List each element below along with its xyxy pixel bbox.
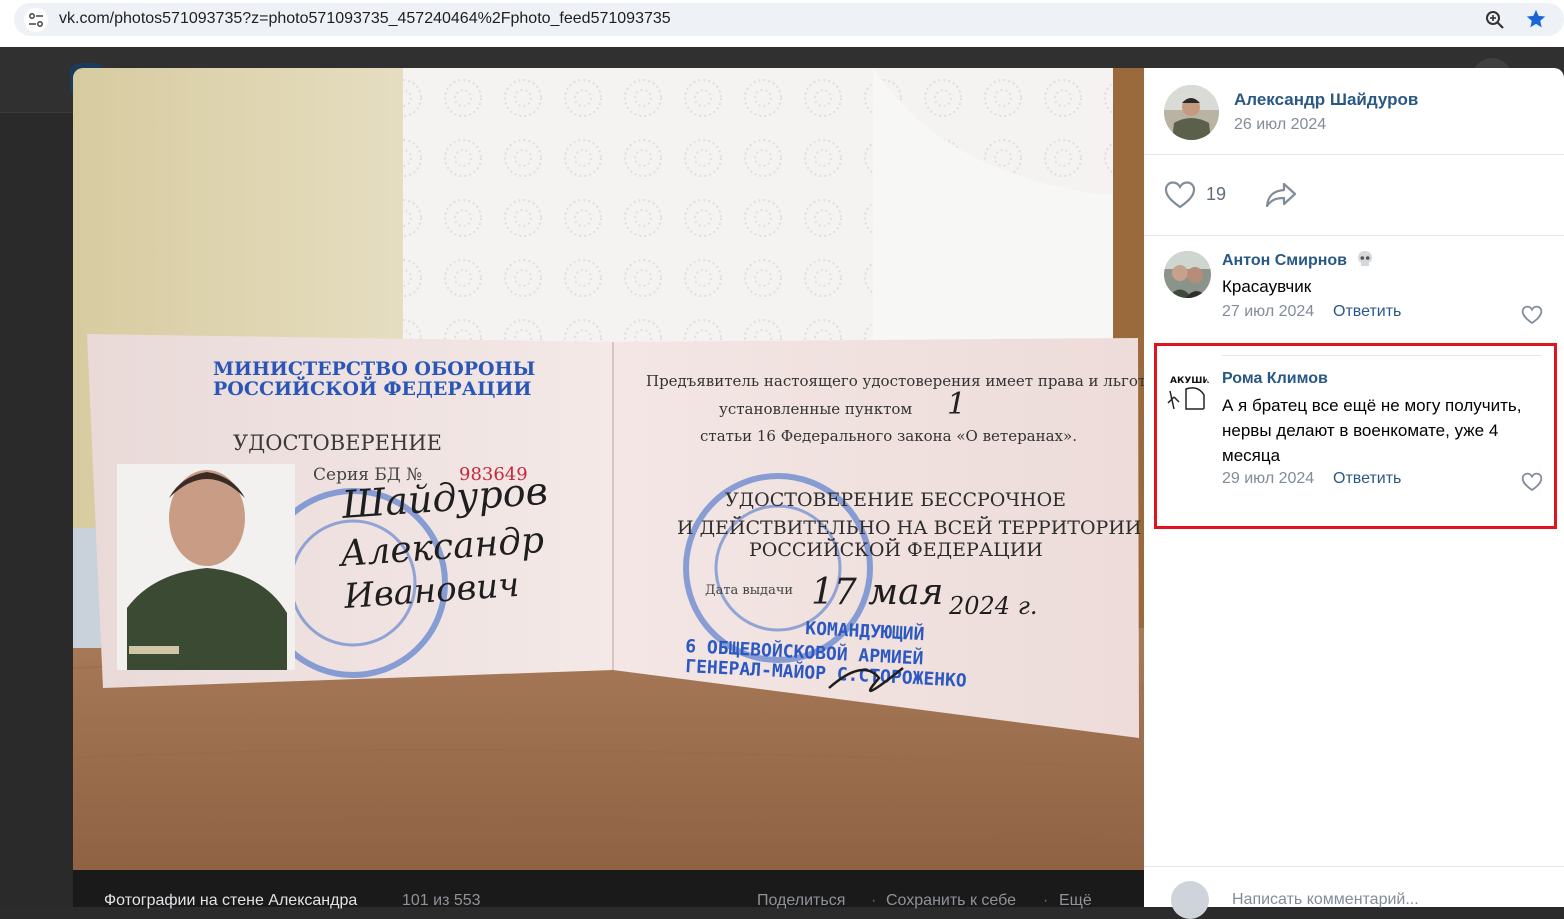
photo-footer: Фотографии на стене Александра 101 из 55… bbox=[73, 870, 1144, 910]
comment-input[interactable]: Написать комментарий... bbox=[1232, 891, 1419, 909]
share-arrow-icon[interactable] bbox=[1264, 181, 1298, 214]
photo-counter: 101 из 553 bbox=[402, 892, 481, 909]
comment-input-row: Написать комментарий... bbox=[1144, 866, 1564, 919]
svg-text:РОССИЙСКОЙ ФЕДЕРАЦИИ: РОССИЙСКОЙ ФЕДЕРАЦИИ bbox=[213, 376, 531, 400]
album-title-link[interactable]: Фотографии на стене Александра bbox=[104, 892, 357, 910]
separator-dot: · bbox=[871, 892, 877, 909]
svg-text:УДОСТОВЕРЕНИЕ БЕССРОЧНОЕ: УДОСТОВЕРЕНИЕ БЕССРОЧНОЕ bbox=[725, 489, 1066, 511]
separator-dot: · bbox=[1043, 892, 1049, 909]
address-bar[interactable]: vk.com/photos571093735?z=photo571093735_… bbox=[14, 3, 1564, 36]
heart-icon[interactable] bbox=[1164, 180, 1196, 215]
url-text[interactable]: vk.com/photos571093735?z=photo571093735_… bbox=[59, 10, 671, 28]
share-action-link[interactable]: Поделиться bbox=[757, 892, 845, 910]
more-actions-link[interactable]: Ещё bbox=[1059, 892, 1092, 910]
comment-text: Красаувчик bbox=[1222, 277, 1312, 296]
svg-text:17 мая: 17 мая bbox=[811, 572, 943, 613]
svg-text:Дата выдачи: Дата выдачи bbox=[705, 583, 793, 598]
like-count: 19 bbox=[1206, 184, 1227, 204]
svg-text:статьи 16 Федерального закона: статьи 16 Федерального закона «О ветеран… bbox=[700, 427, 1077, 445]
author-name-link[interactable]: Александр Шайдуров bbox=[1234, 90, 1418, 110]
save-to-self-link[interactable]: Сохранить к себе bbox=[886, 892, 1016, 910]
comment-author-link[interactable]: Антон Смирнов bbox=[1222, 252, 1347, 270]
bookmark-star-icon[interactable] bbox=[1525, 8, 1547, 35]
reply-button[interactable]: Ответить bbox=[1333, 303, 1401, 321]
post-date[interactable]: 26 июл 2024 bbox=[1234, 116, 1326, 134]
doc-title-text: УДОСТОВЕРЕНИЕ bbox=[233, 431, 442, 455]
skull-icon bbox=[1356, 250, 1374, 273]
svg-text:установленные пунктом: установленные пунктом bbox=[719, 400, 912, 418]
comment-date[interactable]: 27 июл 2024 bbox=[1222, 303, 1314, 321]
svg-text:МИНИСТЕРСТВО ОБОРОНЫ: МИНИСТЕРСТВО ОБОРОНЫ bbox=[213, 358, 535, 380]
divider bbox=[1144, 235, 1564, 236]
photo-image[interactable]: МИНИСТЕРСТВО ОБОРОНЫ РОССИЙСКОЙ ФЕДЕРАЦИ… bbox=[73, 68, 1144, 870]
svg-text:Предъявитель настоящего удосто: Предъявитель настоящего удостоверения им… bbox=[646, 372, 1144, 390]
zoom-icon[interactable] bbox=[1484, 9, 1506, 36]
comment-heart-icon[interactable] bbox=[1521, 305, 1543, 330]
browser-toolbar: vk.com/photos571093735?z=photo571093735_… bbox=[0, 0, 1564, 47]
svg-text:1: 1 bbox=[947, 387, 966, 422]
svg-text:И ДЕЙСТВИТЕЛЬНО НА ВСЕЙ ТЕРРИТ: И ДЕЙСТВИТЕЛЬНО НА ВСЕЙ ТЕРРИТОРИИ bbox=[677, 516, 1141, 539]
current-user-avatar bbox=[1171, 881, 1209, 919]
svg-text:2024 г.: 2024 г. bbox=[948, 592, 1037, 620]
comment-avatar[interactable] bbox=[1164, 251, 1211, 298]
svg-text:РОССИЙСКОЙ ФЕДЕРАЦИИ: РОССИЙСКОЙ ФЕДЕРАЦИИ bbox=[749, 538, 1043, 561]
highlight-box bbox=[1154, 343, 1557, 529]
site-info-icon[interactable] bbox=[24, 8, 48, 32]
author-avatar[interactable] bbox=[1164, 85, 1219, 140]
id-card-photo: МИНИСТЕРСТВО ОБОРОНЫ РОССИЙСКОЙ ФЕДЕРАЦИ… bbox=[73, 68, 1144, 870]
divider bbox=[1144, 154, 1564, 155]
